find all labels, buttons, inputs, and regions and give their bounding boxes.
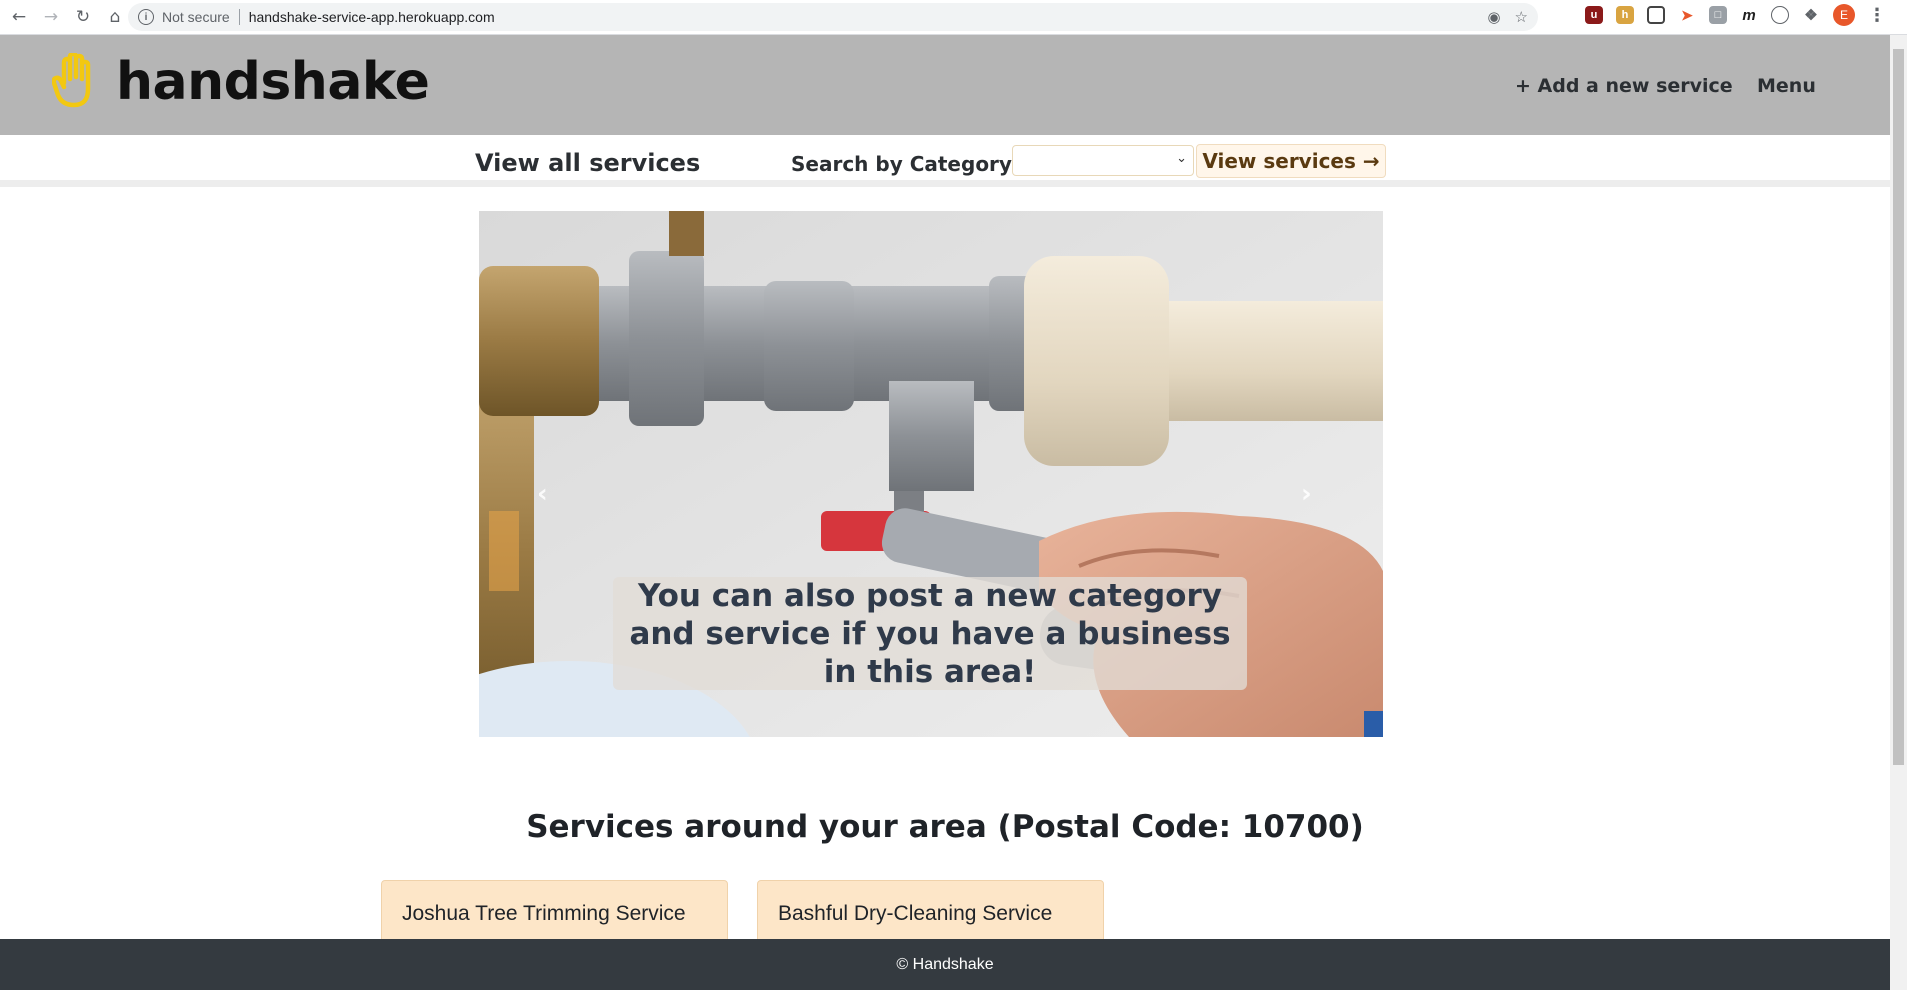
page-viewport: handshake + Add a new service Menu View … [0,35,1890,990]
service-card-title: Joshua Tree Trimming Service [402,902,686,925]
location-icon[interactable]: ◉ [1487,8,1500,26]
hand-logo-icon [52,53,91,108]
browser-menu-icon[interactable]: ⋮ [1868,5,1886,26]
info-icon[interactable]: i [138,9,154,25]
site-footer: © Handshake [0,939,1890,990]
chevron-down-icon: ⌄ [1176,151,1187,166]
home-icon[interactable]: ⌂ [102,4,128,30]
copy-extension-icon[interactable]: □ [1709,6,1727,24]
scrollbar-thumb[interactable] [1893,49,1904,765]
hero-carousel[interactable]: ‹ › You can also post a new category and… [479,211,1383,737]
page-scrollbar[interactable] [1890,35,1907,990]
chevron-left-icon[interactable]: ‹ [537,479,548,509]
view-services-button[interactable]: View services → [1196,144,1386,178]
chevron-right-icon[interactable]: › [1301,479,1312,509]
forward-icon[interactable]: → [38,4,64,30]
circle-extension-icon[interactable] [1771,6,1789,24]
browser-toolbar: ← → ↻ ⌂ i Not secure handshake-service-a… [0,0,1907,35]
menu-link[interactable]: Menu [1757,75,1816,97]
security-label: Not secure [162,9,230,25]
carousel-caption: You can also post a new category and ser… [613,577,1247,690]
m-extension-icon[interactable]: m [1740,6,1758,24]
address-bar[interactable]: i Not secure handshake-service-app.herok… [128,3,1538,31]
puzzle-extensions-icon[interactable]: ❖ [1802,6,1820,24]
category-select[interactable]: ⌄ [1012,145,1194,176]
ublock-extension-icon[interactable]: u [1585,6,1603,24]
footer-copyright: © Handshake [896,955,994,973]
picture-in-picture-icon[interactable] [1647,6,1665,24]
search-category-label: Search by Category: [791,152,1020,176]
sub-navigation: View all services Search by Category: ⌄ … [0,135,1890,187]
logo-wordmark: handshake [116,52,430,112]
site-header: handshake + Add a new service Menu [0,35,1890,135]
back-icon[interactable]: ← [6,4,32,30]
cast-extension-icon[interactable]: ➤ [1678,6,1696,24]
view-all-services-link[interactable]: View all services [475,149,700,177]
profile-avatar[interactable]: E [1833,4,1855,26]
reload-icon[interactable]: ↻ [70,4,96,30]
honey-extension-icon[interactable]: h [1616,6,1634,24]
address-separator [238,9,240,25]
add-service-link[interactable]: + Add a new service [1515,75,1733,97]
service-card-title: Bashful Dry-Cleaning Service [778,902,1053,925]
bookmark-star-icon[interactable]: ☆ [1515,8,1528,26]
services-heading: Services around your area (Postal Code: … [526,809,1364,845]
site-logo[interactable]: handshake [52,52,430,112]
url-text[interactable]: handshake-service-app.herokuapp.com [249,9,495,25]
